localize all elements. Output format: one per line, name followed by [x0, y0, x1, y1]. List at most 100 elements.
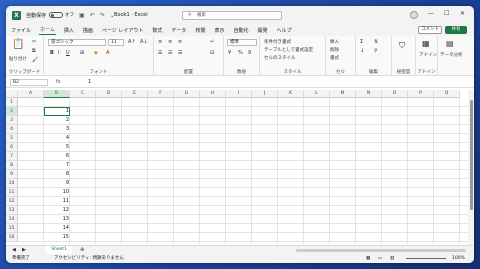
page-break-view-icon[interactable]: ▥	[390, 254, 394, 263]
row-header[interactable]: 4	[6, 125, 18, 134]
row-header[interactable]: 8	[6, 161, 18, 170]
share-button[interactable]: 共有	[445, 26, 467, 34]
insert-cells-button[interactable]: 挿入	[330, 39, 339, 45]
cell-b[interactable]: 6	[44, 152, 70, 161]
row-header[interactable]: 13	[6, 206, 18, 215]
cell-b[interactable]: 5	[44, 143, 70, 152]
row-header[interactable]: 12	[6, 197, 18, 206]
column-header[interactable]: C	[70, 90, 96, 98]
cell-b[interactable]: 13	[44, 215, 70, 224]
row-header[interactable]: 16	[6, 233, 18, 242]
sensitivity-icon[interactable]: ⛉	[399, 41, 405, 51]
page-layout-view-icon[interactable]: ▭	[378, 254, 382, 263]
column-header[interactable]: D	[96, 90, 122, 98]
wrap-text-icon[interactable]: ↵	[210, 39, 214, 45]
account-avatar[interactable]	[410, 11, 418, 19]
autosave-toggle[interactable]	[49, 12, 64, 18]
fill-color-icon[interactable]: ◆	[94, 50, 98, 56]
prev-sheet-icon[interactable]: ◀	[12, 247, 16, 253]
cell-b[interactable]: 2	[44, 116, 70, 125]
row-header[interactable]: 6	[6, 143, 18, 152]
column-header[interactable]: K	[278, 90, 304, 98]
paste-icon[interactable]: 📋	[12, 39, 24, 50]
comment-button[interactable]: コメント	[418, 26, 442, 34]
align-right-icon[interactable]: ☰	[178, 50, 182, 56]
normal-view-icon[interactable]: ▦	[366, 254, 370, 263]
column-header[interactable]: P	[408, 90, 434, 98]
redo-icon[interactable]: ↷	[100, 12, 105, 19]
formula-input[interactable]: 1	[88, 79, 91, 85]
row-header[interactable]: 14	[6, 215, 18, 224]
column-header[interactable]: M	[330, 90, 356, 98]
find-icon[interactable]: ⚲	[374, 48, 378, 54]
row-header[interactable]: 10	[6, 179, 18, 188]
tab-page-layout[interactable]: ページ レイアウト	[101, 26, 145, 35]
align-bottom-icon[interactable]: ≡	[178, 39, 182, 45]
cell-b[interactable]: 10	[44, 188, 70, 197]
zoom-level[interactable]: 100%	[452, 254, 465, 263]
cell-b[interactable]: 4	[44, 134, 70, 143]
horizontal-scrollbar[interactable]	[296, 249, 466, 252]
cell-b[interactable]: 9	[44, 179, 70, 188]
format-painter-icon[interactable]: 🖌	[32, 57, 38, 63]
column-header[interactable]: I	[226, 90, 252, 98]
fx-icon[interactable]: fx	[56, 79, 61, 85]
worksheet-grid[interactable]: A B C D E F G H I J K L M N O P Q 1 2 1 3 2 4 3 5 4 6 5 7 6 8 7 9 8 10 9 11 1…	[6, 90, 468, 245]
cell-b[interactable]: 14	[44, 224, 70, 233]
add-sheet-icon[interactable]: ⊕	[80, 247, 84, 253]
analyze-data-icon[interactable]: ▤	[446, 39, 454, 48]
addins-button[interactable]: アドイン	[419, 52, 437, 58]
comma-icon[interactable]: 9	[248, 50, 251, 56]
row-header[interactable]: 11	[6, 188, 18, 197]
delete-cells-button[interactable]: 削除	[330, 47, 339, 53]
undo-icon[interactable]: ↶	[90, 12, 95, 19]
cell-b[interactable]: 3	[44, 125, 70, 134]
close-icon[interactable]: ✕	[460, 10, 465, 17]
copy-icon[interactable]: ⧉	[32, 48, 36, 54]
column-header[interactable]: A	[18, 90, 44, 98]
font-color-icon[interactable]: A	[106, 50, 109, 56]
underline-icon[interactable]: U	[66, 50, 70, 56]
column-header[interactable]: Q	[434, 90, 460, 98]
accessibility-status[interactable]: アクセシビリティ: 問題ありません	[54, 254, 124, 263]
column-header[interactable]: H	[200, 90, 226, 98]
font-size-select[interactable]: 11	[108, 39, 124, 46]
column-header[interactable]: L	[304, 90, 330, 98]
analyze-data-button[interactable]: データ分析	[440, 52, 463, 58]
bold-icon[interactable]: B	[50, 50, 54, 56]
column-header[interactable]: O	[382, 90, 408, 98]
italic-icon[interactable]: I	[58, 50, 59, 56]
format-cells-button[interactable]: 書式	[330, 55, 339, 61]
cell-b[interactable]: 11	[44, 197, 70, 206]
currency-icon[interactable]: ¥	[228, 50, 231, 56]
tab-view[interactable]: 表示	[213, 26, 225, 35]
paste-label[interactable]: 貼り付け	[9, 56, 27, 62]
column-header[interactable]: E	[122, 90, 148, 98]
decrease-font-icon[interactable]: A↓	[140, 39, 148, 45]
tab-draw[interactable]: 描画	[82, 26, 94, 35]
column-header[interactable]: G	[174, 90, 200, 98]
autosum-icon[interactable]: Σ	[360, 39, 363, 45]
fill-icon[interactable]: ↓	[360, 48, 364, 54]
tab-formulas[interactable]: 数式	[151, 26, 163, 35]
minimize-icon[interactable]: —	[428, 10, 434, 17]
number-format-select[interactable]: 標準	[227, 39, 257, 46]
font-name-select[interactable]: 游ゴシック	[48, 39, 106, 46]
tab-data[interactable]: データ	[170, 26, 187, 35]
next-sheet-icon[interactable]: ▶	[22, 247, 26, 253]
column-header[interactable]: B	[44, 90, 70, 98]
tab-automate[interactable]: 自動化	[232, 26, 249, 35]
row-header[interactable]: 2	[6, 107, 18, 116]
addins-icon[interactable]: ▦	[422, 39, 430, 48]
increase-font-icon[interactable]: A↑	[128, 39, 136, 45]
row-header[interactable]: 3	[6, 116, 18, 125]
format-as-table-button[interactable]: テーブルとして書式設定	[264, 47, 313, 53]
cell-b[interactable]: 15	[44, 233, 70, 242]
align-middle-icon[interactable]: ≡	[168, 39, 172, 45]
row-header[interactable]: 15	[6, 224, 18, 233]
cell-b[interactable]: 12	[44, 206, 70, 215]
cell-b[interactable]	[44, 98, 70, 107]
column-header[interactable]: F	[148, 90, 174, 98]
tab-home[interactable]: ホーム	[39, 25, 56, 35]
sort-filter-icon[interactable]: ⇅	[374, 39, 378, 45]
